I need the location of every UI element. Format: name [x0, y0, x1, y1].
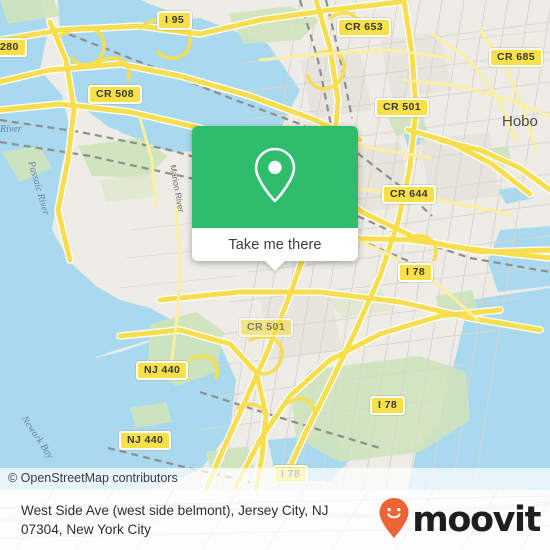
address-line-2: 07304, New York City: [21, 522, 151, 537]
location-address: West Side Ave (west side belmont), Jerse…: [0, 501, 378, 539]
moovit-pin-icon: [378, 497, 410, 544]
place-label-hoboken: Hobo: [502, 113, 538, 130]
moovit-logo[interactable]: moovit: [378, 497, 550, 544]
water-label-river: River: [0, 124, 22, 135]
road-shield-cr508: CR 508: [88, 85, 143, 104]
road-shield-cr644: CR 644: [382, 185, 437, 204]
popup-header: [192, 126, 358, 228]
road-shield-cr501-north: CR 501: [375, 98, 430, 117]
road-shield-cr653: CR 653: [337, 18, 392, 37]
address-line-1: West Side Ave (west side belmont), Jerse…: [21, 503, 329, 518]
road-shield-i78-east: I 78: [398, 263, 434, 282]
popup-action-bar[interactable]: Take me there: [192, 228, 358, 271]
take-me-there-label: Take me there: [228, 236, 322, 253]
footer-bar: West Side Ave (west side belmont), Jerse…: [0, 490, 550, 550]
road-shield-nj440-south: NJ 440: [119, 431, 172, 450]
road-shield-i78-mid: I 78: [370, 396, 406, 415]
road-shield-cr501-center: CR 501: [239, 318, 294, 337]
moovit-map-screenshot: River Passaic River Newark Bay Marion Ri…: [0, 0, 550, 550]
location-popup-card[interactable]: Take me there: [192, 126, 358, 271]
road-shield-280: 280: [0, 38, 27, 57]
road-shield-cr685: CR 685: [489, 48, 544, 67]
moovit-wordmark: moovit: [412, 499, 541, 540]
road-shield-nj440-north: NJ 440: [136, 361, 189, 380]
road-shield-i95: I 95: [157, 11, 193, 30]
popup-tail-pointer: [264, 260, 286, 271]
map-pin-icon: [252, 146, 298, 209]
osm-attribution[interactable]: © OpenStreetMap contributors: [0, 468, 550, 490]
